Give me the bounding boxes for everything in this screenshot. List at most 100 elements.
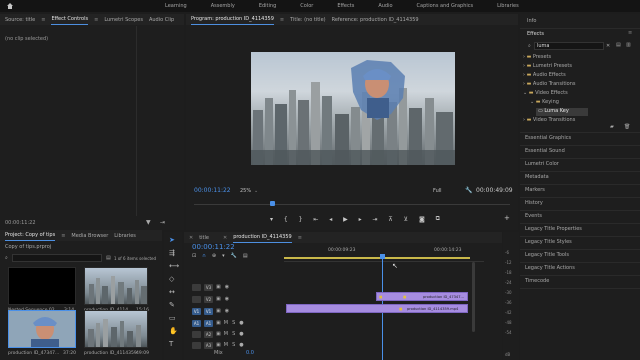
panel-legacy-title-properties[interactable]: Legacy Title Properties (525, 226, 582, 232)
workspace-learning[interactable]: Learning (165, 3, 187, 9)
linked-icon[interactable]: ⊕ (212, 253, 216, 259)
mute-button[interactable]: M (224, 331, 228, 337)
tree-item-keying[interactable]: ⌄ ▬ Keying (530, 99, 559, 107)
mic-icon[interactable]: ● (239, 331, 243, 337)
workspace-editing[interactable]: Editing (259, 3, 276, 9)
solo-button[interactable]: S (232, 342, 235, 348)
go-to-out-icon[interactable]: ⇥ (372, 216, 377, 223)
timeline-ruler[interactable]: 00:00:09:23 00:00:14:23 (284, 244, 484, 262)
mark-in-icon[interactable]: { (284, 216, 288, 223)
menu-icon[interactable]: ≡ (94, 17, 98, 23)
work-area-bar[interactable] (284, 257, 470, 259)
mic-icon[interactable]: ● (239, 342, 243, 348)
close-icon[interactable]: ✕ (189, 235, 193, 241)
info-tab[interactable]: Info (527, 18, 536, 24)
thumb-person[interactable] (8, 310, 76, 348)
track-label[interactable]: A3 (204, 341, 213, 349)
new-bin-icon[interactable]: ▤ (616, 42, 621, 48)
pen-icon[interactable]: ✎ (169, 301, 175, 309)
playhead-marker[interactable] (270, 201, 275, 206)
ripple-edit-icon[interactable]: ⟷ (169, 262, 179, 270)
type-icon[interactable]: T (169, 340, 173, 348)
sync-lock-icon[interactable]: ▣ (216, 284, 221, 290)
solo-button[interactable]: S (232, 331, 235, 337)
step-forward-icon[interactable]: ▸ (359, 216, 362, 223)
nest-icon[interactable]: ⊡ (192, 253, 196, 259)
tab-audio-clip[interactable]: Audio Clip (149, 17, 174, 23)
play-icon[interactable]: ▶ (343, 216, 348, 223)
settings-icon[interactable]: 🔧 (231, 253, 237, 259)
chevron-down-icon[interactable]: ⌄ (254, 188, 258, 194)
track-target-icon[interactable] (192, 283, 201, 291)
thumb-nested-sequence[interactable] (8, 267, 76, 305)
menu-icon[interactable]: ≡ (298, 235, 302, 241)
rectangle-icon[interactable]: ▭ (169, 314, 176, 322)
track-target-icon[interactable]: A1 (192, 319, 201, 327)
track-label[interactable]: V3 (204, 283, 213, 291)
close-icon[interactable]: ✕ (606, 43, 610, 49)
solo-button[interactable]: S (232, 320, 235, 326)
workspace-libraries[interactable]: Libraries (497, 3, 519, 9)
search-icon[interactable]: ⌕ (5, 255, 8, 261)
tree-item-video-effects[interactable]: ⌄ ▬ Video Effects (523, 90, 568, 98)
panel-timecode[interactable]: Timecode (525, 278, 549, 284)
tab-sequence-production[interactable]: production ID_4114359 (233, 233, 292, 243)
razor-icon[interactable]: ◇ (169, 275, 174, 283)
go-to-in-icon[interactable]: ⇤ (313, 216, 318, 223)
tab-media-browser[interactable]: Media Browser (71, 233, 108, 239)
track-target-icon[interactable]: V1 (192, 307, 201, 315)
track-label[interactable]: A1 (204, 319, 213, 327)
clip-v1[interactable]: ■ production ID_4114359.mp4 (286, 304, 468, 313)
panel-metadata[interactable]: Metadata (525, 174, 549, 180)
mix-value[interactable]: 0.0 (246, 350, 254, 356)
mute-button[interactable]: M (224, 342, 228, 348)
slip-icon[interactable]: ↔ (169, 288, 175, 296)
track-label[interactable]: A2 (204, 330, 213, 338)
panel-lumetri-color[interactable]: Lumetri Color (525, 161, 559, 167)
menu-icon[interactable]: ≡ (41, 17, 45, 23)
tab-sequence-title[interactable]: title (199, 235, 209, 241)
tab-effect-controls[interactable]: Effect Controls (51, 15, 89, 25)
panel-history[interactable]: History (525, 200, 543, 206)
sync-lock-icon[interactable]: ▣ (216, 320, 221, 326)
track-label[interactable]: V2 (204, 295, 213, 303)
tab-source[interactable]: Source: title (5, 17, 35, 23)
workspace-captions[interactable]: Captions and Graphics (417, 3, 474, 9)
hand-icon[interactable]: ✋ (169, 327, 178, 335)
sync-lock-icon[interactable]: ▣ (216, 296, 221, 302)
panel-essential-graphics[interactable]: Essential Graphics (525, 135, 571, 141)
sync-lock-icon[interactable]: ▣ (216, 308, 221, 314)
workspace-color[interactable]: Color (300, 3, 313, 9)
workspace-assembly[interactable]: Assembly (211, 3, 235, 9)
tab-project[interactable]: Project: Copy of tips (5, 231, 56, 241)
project-search-input[interactable] (12, 254, 102, 262)
eye-icon[interactable]: ◉ (225, 284, 229, 290)
step-back-icon[interactable]: ◂ (329, 216, 332, 223)
selection-tool-icon[interactable]: ➤ (169, 236, 175, 244)
timeline-v-scrollbar[interactable] (472, 262, 475, 332)
eye-icon[interactable]: ◉ (225, 308, 229, 314)
mute-button[interactable]: M (224, 320, 228, 326)
mark-out-icon[interactable]: } (299, 216, 303, 223)
home-icon[interactable] (6, 2, 14, 10)
tab-libraries[interactable]: Libraries (114, 233, 136, 239)
panel-events[interactable]: Events (525, 213, 542, 219)
delete-icon[interactable]: 🗑 (624, 124, 630, 130)
captions-icon[interactable]: ▤ (243, 253, 248, 259)
menu-icon[interactable]: ≡ (280, 17, 284, 23)
tab-title[interactable]: Title: (no title) (290, 17, 325, 23)
sync-lock-icon[interactable]: ▣ (216, 342, 221, 348)
effects-search-input[interactable]: luma (534, 42, 604, 50)
track-target-icon[interactable] (192, 295, 201, 303)
tab-reference[interactable]: Reference: production ID_4114359 (332, 17, 419, 23)
clip-v2[interactable]: ■ ■ production ID_47347... (376, 292, 468, 301)
panel-essential-sound[interactable]: Essential Sound (525, 148, 565, 154)
workspace-effects[interactable]: Effects (337, 3, 354, 9)
wrench-icon[interactable]: 🔧 (465, 187, 472, 194)
tree-item-luma-key[interactable]: ▭ Luma Key (536, 108, 588, 116)
filter-icon[interactable]: ▼ (146, 219, 151, 226)
tree-item-video-transitions[interactable]: › ▬ Video Transitions (523, 117, 575, 125)
mic-icon[interactable]: ● (239, 320, 243, 326)
compare-icon[interactable]: ⧉ (436, 215, 440, 223)
menu-icon[interactable]: ≡ (628, 30, 632, 36)
